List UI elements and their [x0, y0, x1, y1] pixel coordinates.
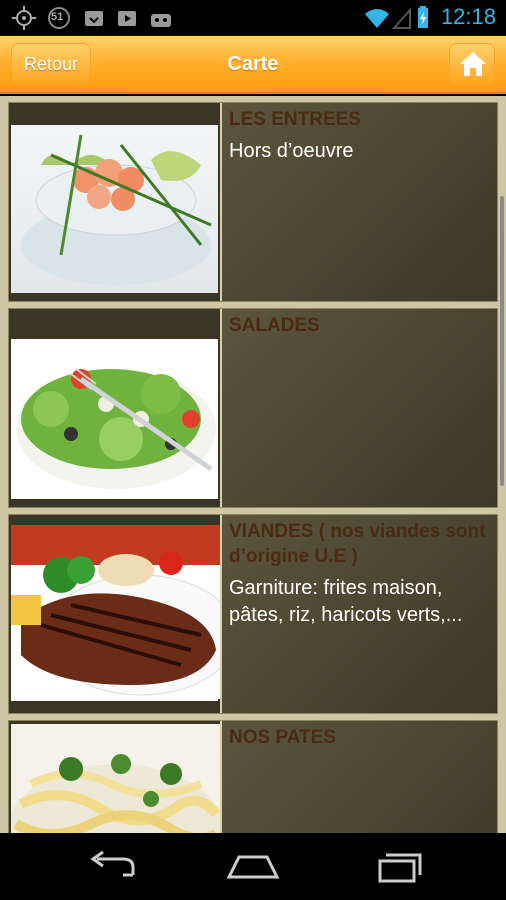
menu-item-entrees[interactable]: LES ENTREES Hors d’oeuvre: [8, 102, 498, 302]
menu-item-photo: [9, 103, 222, 301]
home-nav-icon[interactable]: [223, 847, 283, 887]
signal-icon: [392, 7, 411, 29]
pasta-image: [6, 724, 226, 833]
wifi-icon: [365, 9, 389, 28]
menu-item-pates[interactable]: NOS PATES: [6, 720, 498, 833]
menu-item-photo: [6, 721, 226, 833]
status-bar: 51 12:18: [0, 0, 506, 36]
battery-charging-icon: [418, 6, 428, 28]
download-icon: [85, 11, 103, 26]
menu-item-category: NOS PATES: [229, 727, 336, 748]
salad-image: [16, 368, 216, 489]
scrollbar[interactable]: [500, 196, 504, 486]
menu-item-photo: [9, 309, 222, 507]
action-bar: Carte Retour: [0, 36, 506, 94]
menu-item-category: VIANDES ( nos viandes sont d’origine U.E…: [229, 521, 486, 567]
menu-item-category: SALADES: [229, 315, 320, 336]
android-icon: [151, 14, 171, 27]
menu-item-description: Hors d’oeuvre: [229, 140, 354, 162]
menu-item-category: LES ENTREES: [229, 109, 361, 130]
menu-item-salades[interactable]: SALADES: [8, 308, 498, 508]
gps-icon: [12, 6, 36, 30]
back-icon[interactable]: [83, 847, 143, 887]
grilled-steak-image: [11, 525, 237, 699]
home-icon: [460, 52, 486, 76]
back-button[interactable]: Retour: [11, 43, 91, 85]
shrimp-cocktail-image: [21, 134, 212, 285]
navigation-bar: [0, 833, 506, 900]
menu-list[interactable]: LES ENTREES Hors d’oeuvre SALADES VIANDE…: [0, 96, 506, 833]
notification-badge-count: 51: [51, 11, 64, 23]
home-button[interactable]: [449, 43, 495, 85]
menu-item-viandes[interactable]: VIANDES ( nos viandes sont d’origine U.E…: [8, 514, 498, 714]
video-icon: [118, 11, 136, 26]
menu-item-description: Garniture: frites maison, pâtes, riz, ha…: [229, 577, 463, 626]
menu-item-photo: [9, 515, 237, 713]
recent-apps-icon[interactable]: [366, 847, 426, 887]
clock: 12:18: [440, 4, 496, 29]
